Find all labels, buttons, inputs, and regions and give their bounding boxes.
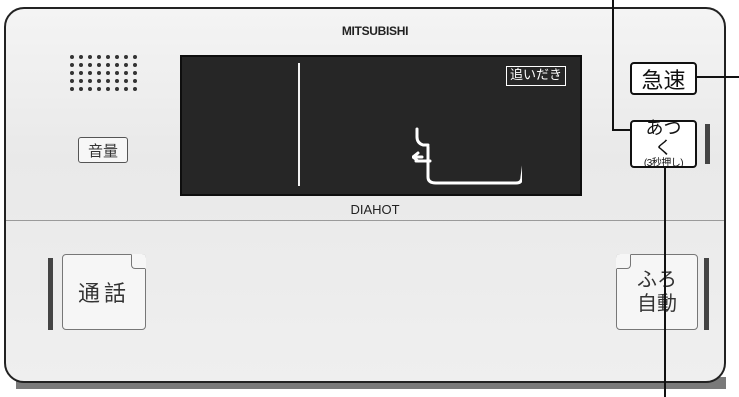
- speaker-dot: [133, 55, 137, 59]
- speaker-dot: [124, 63, 128, 67]
- speaker-dot: [115, 63, 119, 67]
- speaker-dot: [70, 79, 74, 83]
- auto-bath-button[interactable]: ふろ 自動: [616, 254, 698, 330]
- speaker-dot: [106, 55, 110, 59]
- speaker-dot: [106, 71, 110, 75]
- callout-line: [612, 129, 630, 131]
- hotter-label: あつく: [645, 118, 682, 158]
- speaker-dot: [124, 71, 128, 75]
- speaker-dot: [79, 79, 83, 83]
- callout-line: [696, 76, 739, 78]
- speaker-dot: [124, 55, 128, 59]
- auto-bath-label-1: ふろ: [637, 269, 677, 291]
- speaker-dot: [88, 55, 92, 59]
- intercom-label: 通話: [77, 281, 130, 306]
- speaker-dot: [88, 87, 92, 91]
- hotter-indicator-bar: [705, 124, 710, 164]
- product-line-label: DIAHOT: [350, 202, 400, 217]
- speaker-dot: [115, 71, 119, 75]
- bathtub-reheat-icon: [412, 127, 522, 185]
- callout-line: [612, 0, 614, 131]
- speaker-dot: [97, 71, 101, 75]
- auto-bath-label-2: 自動: [637, 293, 677, 315]
- button-corner: [616, 254, 631, 269]
- speaker-dot: [79, 55, 83, 59]
- call-indicator-bar: [48, 258, 53, 330]
- brand-logo: MITSUBISHI: [341, 24, 409, 38]
- speaker-dot: [70, 55, 74, 59]
- speaker-dot: [88, 63, 92, 67]
- speaker-dot: [79, 63, 83, 67]
- display-divider: [298, 63, 300, 186]
- speaker-dot: [133, 71, 137, 75]
- speaker-dot: [115, 55, 119, 59]
- button-corner: [131, 254, 146, 269]
- speaker-dot: [124, 87, 128, 91]
- speaker-dot: [106, 87, 110, 91]
- speaker-dot: [97, 63, 101, 67]
- speaker-dot: [106, 79, 110, 83]
- auto-bath-indicator-bar: [704, 258, 709, 330]
- quick-button[interactable]: 急速: [630, 62, 697, 95]
- speaker-dot: [79, 87, 83, 91]
- speaker-dot: [115, 87, 119, 91]
- hotter-button[interactable]: あつく (3秒押し): [630, 118, 697, 169]
- speaker-dot: [97, 55, 101, 59]
- lcd-display: 追いだき: [180, 55, 582, 196]
- speaker-dot: [70, 71, 74, 75]
- speaker-dot: [97, 87, 101, 91]
- speaker-dot: [97, 79, 101, 83]
- speaker-dot: [133, 63, 137, 67]
- speaker-dot: [106, 63, 110, 67]
- callout-line: [664, 168, 666, 397]
- speaker-grille-icon: [70, 55, 140, 97]
- speaker-dot: [124, 79, 128, 83]
- speaker-dot: [133, 87, 137, 91]
- speaker-dot: [70, 87, 74, 91]
- panel-divider: [6, 220, 724, 221]
- speaker-dot: [115, 79, 119, 83]
- volume-button[interactable]: 音量: [78, 137, 128, 163]
- intercom-button[interactable]: 通話: [62, 254, 146, 330]
- reheat-indicator: 追いだき: [506, 66, 567, 86]
- speaker-dot: [88, 79, 92, 83]
- speaker-dot: [133, 79, 137, 83]
- speaker-dot: [79, 71, 83, 75]
- speaker-dot: [88, 71, 92, 75]
- speaker-dot: [70, 63, 74, 67]
